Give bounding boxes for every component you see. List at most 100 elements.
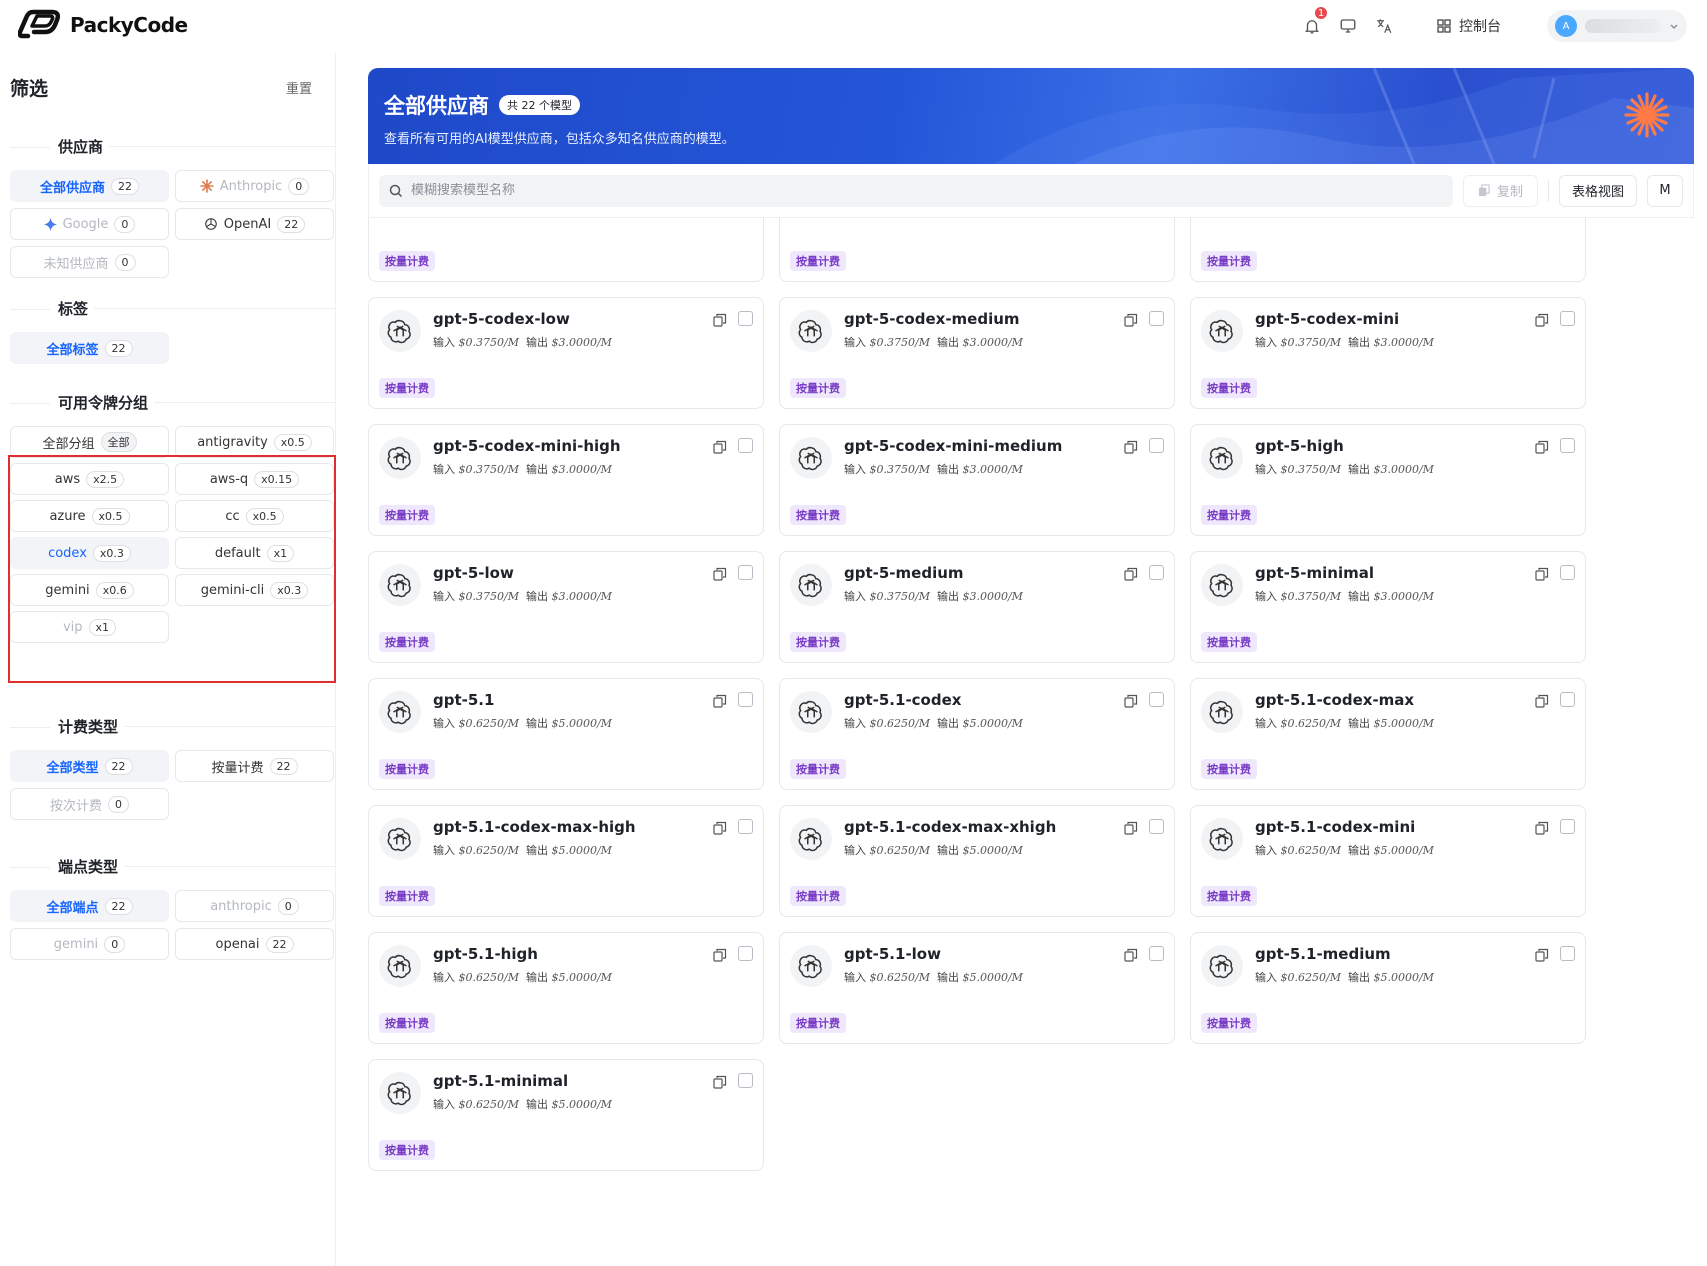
display-button[interactable] [1333, 11, 1363, 41]
model-name[interactable]: gpt-5.1-codex-max-high [433, 818, 636, 836]
model-card[interactable]: gpt-5.1-low 输入 $0.6250/M 输出 $5.0000/M 按量计费 [779, 932, 1175, 1044]
model-card[interactable]: gpt-5.1-codex-max-high 输入 $0.6250/M 输出 $5… [368, 805, 764, 917]
copy-model-button[interactable] [1535, 693, 1549, 708]
model-card[interactable]: gpt-5-codex-mini-medium 输入 $0.3750/M 输出 $… [779, 424, 1175, 536]
copy-model-button[interactable] [1535, 312, 1549, 327]
model-card[interactable]: 按量计费 [368, 218, 764, 282]
model-checkbox[interactable] [738, 946, 753, 961]
model-name[interactable]: gpt-5.1-high [433, 945, 538, 963]
model-name[interactable]: gpt-5.1-medium [1255, 945, 1391, 963]
model-name[interactable]: gpt-5-codex-mini [1255, 310, 1399, 328]
model-name[interactable]: gpt-5-low [433, 564, 514, 582]
model-card[interactable]: gpt-5.1-medium 输入 $0.6250/M 输出 $5.0000/M 按… [1190, 932, 1586, 1044]
copy-model-button[interactable] [1535, 439, 1549, 454]
model-card[interactable]: 按量计费 [1190, 218, 1586, 282]
model-name[interactable]: gpt-5.1-codex-max [1255, 691, 1414, 709]
copy-model-button[interactable] [713, 1074, 727, 1089]
copy-button[interactable]: 复制 [1462, 174, 1538, 207]
model-name[interactable]: gpt-5.1-minimal [433, 1072, 568, 1090]
model-card[interactable]: gpt-5.1-codex-max 输入 $0.6250/M 输出 $5.0000… [1190, 678, 1586, 790]
model-checkbox[interactable] [1560, 692, 1575, 707]
notification-button[interactable]: 1 [1297, 5, 1329, 41]
model-card[interactable]: gpt-5-medium 输入 $0.3750/M 输出 $3.0000/M 按量计… [779, 551, 1175, 663]
model-card[interactable]: gpt-5-codex-mini 输入 $0.3750/M 输出 $3.0000/… [1190, 297, 1586, 409]
copy-model-button[interactable] [1124, 439, 1138, 454]
model-checkbox[interactable] [738, 565, 753, 580]
copy-model-button[interactable] [1535, 566, 1549, 581]
table-view-button[interactable]: 表格视图 [1558, 174, 1637, 207]
group-chip-aws[interactable]: aws x2.5 [10, 463, 169, 495]
endpoint-chip-gemini[interactable]: gemini 0 [10, 928, 169, 960]
billing-chip-per-call[interactable]: 按次计费 0 [10, 788, 169, 820]
model-checkbox[interactable] [1149, 819, 1164, 834]
model-name[interactable]: gpt-5.1-codex-max-xhigh [844, 818, 1056, 836]
language-button[interactable] [1369, 11, 1399, 41]
model-name[interactable]: gpt-5-codex-mini-high [433, 437, 621, 455]
model-name[interactable]: gpt-5-codex-low [433, 310, 570, 328]
group-chip-cc[interactable]: cc x0.5 [175, 500, 334, 532]
model-name[interactable]: gpt-5-minimal [1255, 564, 1374, 582]
model-checkbox[interactable] [1149, 946, 1164, 961]
group-chip-vip[interactable]: vip x1 [10, 611, 169, 643]
reset-button[interactable]: 重置 [286, 78, 312, 97]
tag-chip-all[interactable]: 全部标签 22 [10, 332, 169, 364]
group-chip-all[interactable]: 全部分组 全部 [10, 426, 169, 458]
provider-chip-all[interactable]: 全部供应商 22 [10, 170, 169, 202]
user-menu[interactable]: A [1547, 10, 1687, 42]
model-card[interactable]: gpt-5-minimal 输入 $0.3750/M 输出 $3.0000/M 按量… [1190, 551, 1586, 663]
model-card[interactable]: gpt-5-low 输入 $0.3750/M 输出 $3.0000/M 按量计费 [368, 551, 764, 663]
model-checkbox[interactable] [738, 692, 753, 707]
model-card[interactable]: gpt-5.1-high 输入 $0.6250/M 输出 $5.0000/M 按量计… [368, 932, 764, 1044]
model-checkbox[interactable] [738, 1073, 753, 1088]
group-chip-gemini[interactable]: gemini x0.6 [10, 574, 169, 606]
copy-model-button[interactable] [1124, 820, 1138, 835]
provider-chip-anthropic[interactable]: Anthropic 0 [175, 170, 334, 202]
copy-model-button[interactable] [1124, 693, 1138, 708]
model-name[interactable]: gpt-5-high [1255, 437, 1344, 455]
model-card[interactable]: gpt-5-high 输入 $0.3750/M 输出 $3.0000/M 按量计费 [1190, 424, 1586, 536]
brand-logo[interactable]: PackyCode [18, 8, 188, 42]
provider-chip-openai[interactable]: OpenAI 22 [175, 208, 334, 240]
model-card[interactable]: gpt-5-codex-medium 输入 $0.3750/M 输出 $3.000… [779, 297, 1175, 409]
provider-chip-google[interactable]: Google 0 [10, 208, 169, 240]
model-card[interactable]: gpt-5-codex-mini-high 输入 $0.3750/M 输出 $3.… [368, 424, 764, 536]
model-checkbox[interactable] [1560, 438, 1575, 453]
copy-model-button[interactable] [713, 566, 727, 581]
model-name[interactable]: gpt-5.1-codex-mini [1255, 818, 1415, 836]
model-card[interactable]: gpt-5.1-minimal 输入 $0.6250/M 输出 $5.0000/M… [368, 1059, 764, 1171]
billing-chip-all[interactable]: 全部类型 22 [10, 750, 169, 782]
model-checkbox[interactable] [1149, 565, 1164, 580]
copy-model-button[interactable] [1124, 566, 1138, 581]
model-checkbox[interactable] [1149, 311, 1164, 326]
model-checkbox[interactable] [738, 819, 753, 834]
copy-model-button[interactable] [713, 439, 727, 454]
model-checkbox[interactable] [1149, 438, 1164, 453]
model-card[interactable]: gpt-5.1-codex 输入 $0.6250/M 输出 $5.0000/M 按量… [779, 678, 1175, 790]
group-chip-codex[interactable]: codex x0.3 [10, 537, 169, 569]
m-button[interactable]: M [1647, 174, 1683, 207]
group-chip-default[interactable]: default x1 [175, 537, 334, 569]
model-card[interactable]: gpt-5-codex-low 输入 $0.3750/M 输出 $3.0000/M… [368, 297, 764, 409]
model-name[interactable]: gpt-5-medium [844, 564, 964, 582]
copy-model-button[interactable] [1124, 947, 1138, 962]
copy-model-button[interactable] [1535, 820, 1549, 835]
model-card[interactable]: 按量计费 [779, 218, 1175, 282]
endpoint-chip-openai[interactable]: openai 22 [175, 928, 334, 960]
model-checkbox[interactable] [1560, 311, 1575, 326]
console-button[interactable]: 控制台 [1437, 16, 1501, 36]
model-checkbox[interactable] [1560, 819, 1575, 834]
copy-model-button[interactable] [713, 820, 727, 835]
group-chip-antigravity[interactable]: antigravity x0.5 [175, 426, 334, 458]
model-name[interactable]: gpt-5-codex-medium [844, 310, 1020, 328]
model-card[interactable]: gpt-5.1-codex-mini 输入 $0.6250/M 输出 $5.000… [1190, 805, 1586, 917]
endpoint-chip-all[interactable]: 全部端点 22 [10, 890, 169, 922]
search-input[interactable] [411, 183, 1443, 198]
group-chip-aws-q[interactable]: aws-q x0.15 [175, 463, 334, 495]
model-checkbox[interactable] [1560, 565, 1575, 580]
model-checkbox[interactable] [738, 438, 753, 453]
model-card[interactable]: gpt-5.1-codex-max-xhigh 输入 $0.6250/M 输出 $… [779, 805, 1175, 917]
model-name[interactable]: gpt-5.1-low [844, 945, 941, 963]
endpoint-chip-anthropic[interactable]: anthropic 0 [175, 890, 334, 922]
billing-chip-usage[interactable]: 按量计费 22 [175, 750, 334, 782]
model-checkbox[interactable] [1149, 692, 1164, 707]
